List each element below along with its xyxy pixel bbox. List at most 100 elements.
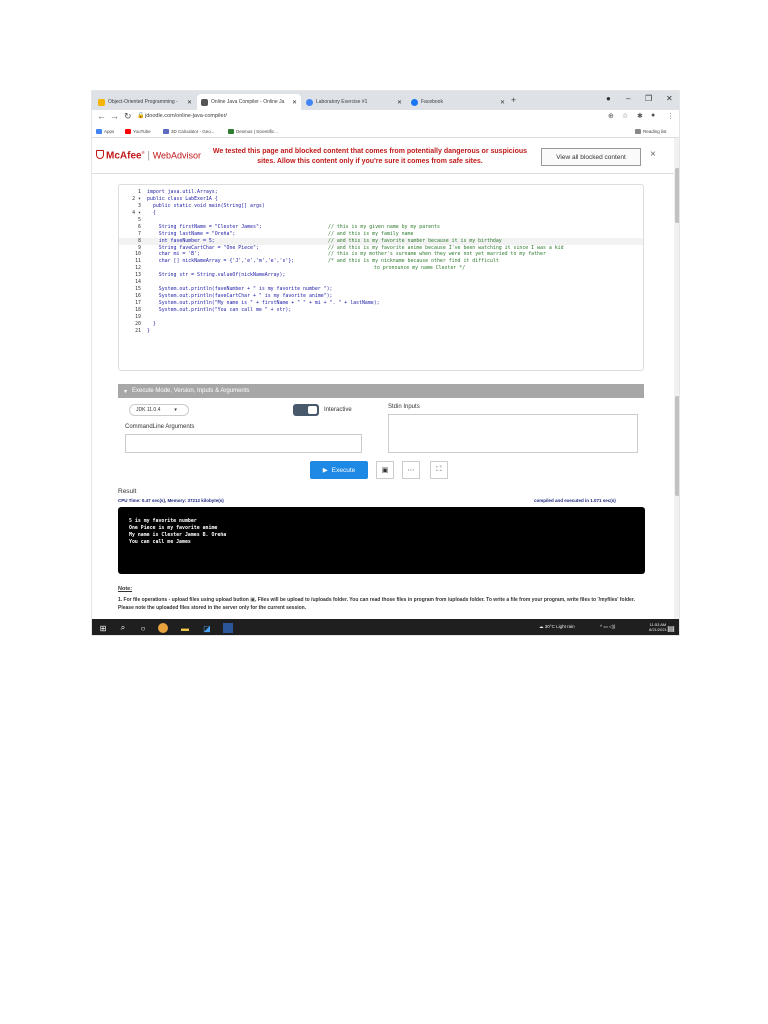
code-line[interactable]: 2 ▾ public class LabExer1A { <box>119 196 643 203</box>
code-line[interactable]: 13 String str = String.valueOf(nickNameA… <box>119 272 643 279</box>
lock-icon[interactable]: 🔒 <box>137 112 144 119</box>
line-number: 3 <box>138 202 141 209</box>
code-line[interactable]: 20 } <box>119 321 643 328</box>
notification-icon[interactable]: ▤ <box>666 623 676 633</box>
mcafee-close-icon[interactable]: × <box>650 149 656 160</box>
view-blocked-content-button[interactable]: View all blocked content <box>541 148 641 166</box>
globe-icon <box>306 98 313 106</box>
line-number: 2 ▾ <box>132 195 141 202</box>
code-line[interactable]: 15 System.out.println(faveNumber + " is … <box>119 286 643 293</box>
code-line[interactable]: 4 ▾ { <box>119 210 643 217</box>
code-line[interactable]: 10 char mi = 'B'; // this is my mother's … <box>119 251 643 258</box>
windows-start-icon[interactable]: ⊞ <box>98 623 108 633</box>
bookmark-youtube[interactable]: YouTube <box>125 129 151 134</box>
close-icon[interactable]: ✕ <box>500 99 505 106</box>
fullscreen-button[interactable]: ⛶ <box>430 461 448 479</box>
search-icon[interactable]: ⌕ <box>118 623 128 633</box>
code-text: public class LabExer1A { <box>147 195 218 202</box>
profile-icon[interactable]: ● <box>606 94 611 103</box>
line-number: 12 <box>135 265 141 272</box>
line-number: 18 <box>135 306 141 313</box>
back-icon[interactable]: ← <box>97 111 106 121</box>
system-tray-icons[interactable]: ^ ▭ ◁)) <box>600 624 615 630</box>
zoom-icon[interactable]: ⊕ <box>608 112 614 120</box>
code-line[interactable]: 11 char [] nickNameArray = {'J','e','m',… <box>119 258 643 265</box>
new-tab-button[interactable]: + <box>511 95 516 105</box>
close-icon[interactable]: ✕ <box>187 99 192 106</box>
code-line[interactable]: 12 to pronounce my name Clester */ <box>119 265 643 272</box>
bookmark-apps[interactable]: Apps <box>96 129 114 134</box>
account-icon[interactable]: ● <box>651 112 655 119</box>
interactive-toggle[interactable] <box>293 404 319 416</box>
scrollbar-thumb-secondary[interactable] <box>675 396 679 496</box>
execute-options-header[interactable]: ▾ Execute Mode, Version, Inputs & Argume… <box>118 384 644 398</box>
forward-icon[interactable]: → <box>110 111 119 121</box>
tab-bar: Object-Oriented Programming - ✕ Online J… <box>92 91 679 110</box>
window-close-icon[interactable]: ✕ <box>666 94 673 103</box>
cpu-time: CPU Time: 0.47 sec(s), Memory: 37212 kil… <box>118 498 224 503</box>
extensions-icon[interactable]: ✱ <box>637 112 643 120</box>
clock[interactable]: 11:53 AM 8/21/2021 <box>649 622 667 632</box>
execute-button[interactable]: ▶ Execute <box>310 461 368 479</box>
close-icon[interactable]: ✕ <box>292 99 297 106</box>
bookmark-desmos[interactable]: Desmos | Scientific... <box>228 129 278 134</box>
code-comment: // and this is my family name <box>328 230 414 237</box>
more-options-button[interactable]: ⋯ <box>402 461 420 479</box>
commandline-input[interactable] <box>125 434 362 453</box>
code-line[interactable]: 1 import java.util.Arrays; <box>119 189 643 196</box>
weather-widget[interactable]: ☁ 30°C Light rain <box>539 624 575 630</box>
jdk-version-select[interactable]: JDK 11.0.4 ▾ <box>129 404 189 416</box>
code-line[interactable]: 9 String faveCartChar = "One Piece"; // a… <box>119 245 643 252</box>
minimize-icon[interactable]: – <box>626 94 630 103</box>
star-icon[interactable]: ☆ <box>622 112 628 120</box>
code-comment: to pronounce my name Clester */ <box>368 265 466 272</box>
code-text: String str = String.valueOf(nickNameArra… <box>147 272 286 279</box>
tab-facebook[interactable]: Facebook ✕ <box>407 94 509 110</box>
reload-icon[interactable]: ↻ <box>124 111 132 122</box>
chevron-down-icon: ▾ <box>174 407 177 413</box>
code-line[interactable]: 16 System.out.println(faveCartChar + " i… <box>119 293 643 300</box>
file-explorer-icon[interactable]: ▬ <box>180 623 190 633</box>
task-view-icon[interactable]: ○ <box>138 623 148 633</box>
reading-list[interactable]: Reading list <box>635 129 667 134</box>
code-line[interactable]: 21} <box>119 328 643 335</box>
code-line[interactable]: 17 System.out.println("My name is " + fi… <box>119 300 643 307</box>
url-bar[interactable]: jdoodle.com/online-java-compiler/ <box>145 113 227 119</box>
page-scrollbar[interactable] <box>674 138 679 619</box>
tab-jdoodle[interactable]: Online Java Compiler - Online Ja ✕ <box>197 94 301 110</box>
code-comment: // and this is my favorite anime because… <box>328 244 564 251</box>
code-line[interactable]: 3 public static void main(String[] args) <box>119 203 643 210</box>
code-line[interactable]: 18 System.out.println("You can call me "… <box>119 307 643 314</box>
stdin-input[interactable] <box>388 414 638 453</box>
line-number: 4 ▾ <box>132 209 141 216</box>
code-line[interactable]: 7 String lastName = "Oreña"; // and this … <box>119 231 643 238</box>
word-icon[interactable] <box>223 623 233 633</box>
code-comment: /* and this is my nickname because other… <box>328 258 499 265</box>
menu-icon[interactable]: ⋮ <box>667 112 674 120</box>
code-line[interactable]: 14 <box>119 279 643 286</box>
line-number: 5 <box>138 216 141 223</box>
code-line[interactable]: 19 <box>119 314 643 321</box>
note-title: Note: <box>118 586 133 592</box>
scrollbar-thumb[interactable] <box>675 168 679 223</box>
store-icon[interactable]: ◪ <box>202 623 212 633</box>
code-line[interactable]: 5 <box>119 217 643 224</box>
code-line[interactable]: 8 int faveNumber = 5; // and this is my f… <box>119 237 643 245</box>
close-icon[interactable]: ✕ <box>397 99 402 106</box>
upload-button[interactable]: ▣ <box>376 461 394 479</box>
line-number: 1 <box>138 189 141 195</box>
line-number: 17 <box>135 300 141 306</box>
tab-oop[interactable]: Object-Oriented Programming - ✕ <box>94 94 196 110</box>
chrome-icon[interactable] <box>158 623 168 633</box>
tab-lab-exercise[interactable]: Laboratory Exercise #1 ✕ <box>302 94 406 110</box>
reading-list-icon <box>635 129 641 134</box>
code-text: System.out.println(faveCartChar + " is m… <box>147 293 333 300</box>
result-title: Result <box>118 488 137 495</box>
code-lines[interactable]: 1 import java.util.Arrays; 2 ▾ public class… <box>119 189 643 335</box>
output-terminal[interactable]: 5 is my favorite number One Piece is my … <box>118 507 645 574</box>
code-line[interactable]: 6 String firstName = "Clester James"; // … <box>119 224 643 231</box>
bookmark-3d-calculator[interactable]: 3D Calculator - Geo... <box>163 129 215 134</box>
restore-icon[interactable]: ❐ <box>645 94 652 103</box>
stdin-label: Stdin Inputs <box>388 404 420 410</box>
code-editor[interactable]: 1 import java.util.Arrays; 2 ▾ public class… <box>118 184 644 371</box>
